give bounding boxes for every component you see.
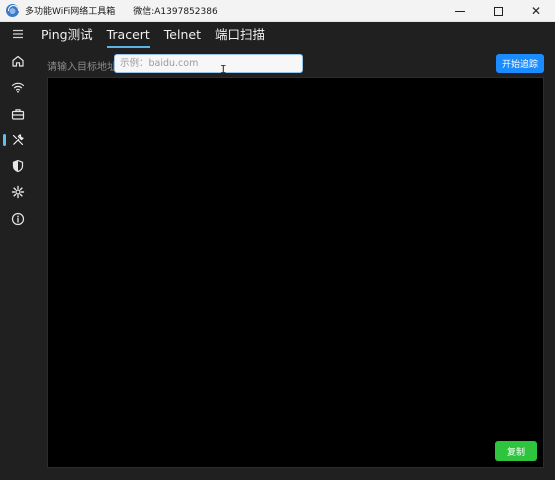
gear-icon bbox=[11, 185, 25, 199]
sidebar-item-about[interactable] bbox=[0, 208, 36, 230]
wifi-icon bbox=[11, 82, 25, 93]
tab-bar: Ping测试 Tracert Telnet 端口扫描 bbox=[41, 26, 279, 48]
tab-ping[interactable]: Ping测试 bbox=[41, 26, 93, 48]
sidebar-menu-button[interactable] bbox=[0, 23, 36, 45]
title-bar: 多功能WiFi网络工具箱 微信:A1397852386 ✕ bbox=[0, 0, 555, 22]
sidebar-item-settings[interactable] bbox=[0, 181, 36, 203]
text-cursor-icon: I bbox=[220, 63, 227, 76]
tools-icon bbox=[12, 134, 24, 146]
sidebar-item-tools[interactable] bbox=[0, 129, 36, 151]
window-title: 多功能WiFi网络工具箱 bbox=[25, 7, 116, 17]
sidebar-item-home[interactable] bbox=[0, 50, 36, 72]
wechat-contact: 微信:A1397852386 bbox=[133, 7, 218, 17]
minimize-icon bbox=[455, 10, 465, 12]
toolbox-icon bbox=[11, 109, 25, 120]
maximize-button[interactable] bbox=[479, 0, 517, 22]
minimize-button[interactable] bbox=[441, 0, 479, 22]
app-logo-icon bbox=[6, 4, 19, 17]
trace-output-console[interactable] bbox=[47, 77, 544, 468]
home-icon bbox=[12, 55, 24, 67]
window-controls: ✕ bbox=[441, 0, 555, 22]
shield-icon bbox=[12, 159, 24, 173]
sidebar-item-security[interactable] bbox=[0, 155, 36, 177]
sidebar-item-wifi[interactable] bbox=[0, 76, 36, 98]
info-icon bbox=[11, 212, 25, 226]
target-address-label: 请输入目标地址 bbox=[47, 62, 117, 73]
tab-port-scan[interactable]: 端口扫描 bbox=[215, 26, 265, 48]
copy-button[interactable]: 复制 bbox=[495, 441, 537, 461]
close-icon: ✕ bbox=[530, 4, 542, 18]
tab-tracert[interactable]: Tracert bbox=[106, 26, 150, 48]
sidebar-item-toolbox[interactable] bbox=[0, 103, 36, 125]
sidebar bbox=[0, 22, 36, 480]
maximize-icon bbox=[493, 6, 503, 16]
close-button[interactable]: ✕ bbox=[517, 0, 555, 22]
tab-telnet[interactable]: Telnet bbox=[164, 26, 201, 48]
menu-icon bbox=[13, 29, 23, 39]
target-address-input[interactable] bbox=[114, 54, 303, 73]
start-trace-button[interactable]: 开始追踪 bbox=[496, 54, 544, 73]
